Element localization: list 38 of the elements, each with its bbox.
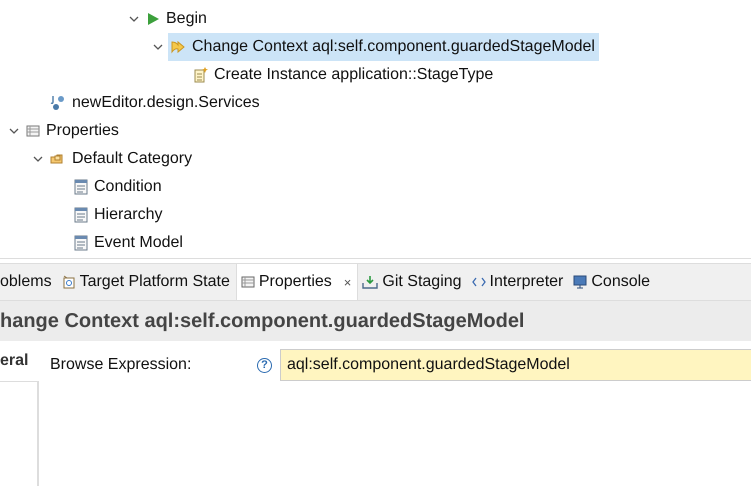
chevron-icon[interactable] — [129, 14, 139, 24]
chevron-icon[interactable] — [33, 154, 43, 164]
view-tab[interactable]: Git Staging — [358, 264, 468, 300]
table-icon — [240, 275, 255, 289]
field-label: Browse Expression: — [50, 356, 192, 374]
tree-item[interactable]: Create Instance application::StageType — [192, 61, 498, 89]
view-tab[interactable]: Properties × — [236, 264, 358, 300]
view-tab[interactable]: oblems — [0, 264, 58, 300]
tree-item[interactable]: Event Model — [72, 229, 187, 257]
expression-field[interactable]: aql:self.component.guardedStageModel — [280, 349, 751, 381]
download-tray-icon — [362, 275, 378, 289]
service-icon — [50, 95, 66, 111]
help-icon[interactable]: ? — [257, 358, 272, 372]
close-icon[interactable]: × — [344, 274, 352, 290]
view-tab[interactable]: Console — [569, 264, 656, 300]
target-icon — [62, 275, 76, 289]
tree-item[interactable]: Begin — [144, 5, 211, 33]
tree-item[interactable]: Properties — [24, 117, 123, 145]
tree-item[interactable]: Change Context aql:self.component.guardedStageModel — [168, 33, 599, 61]
panel-title: hange Context aql:self.component.guardedStageModel — [0, 300, 751, 341]
tree-item[interactable]: Condition — [72, 173, 166, 201]
curved-arrow-icon — [170, 39, 186, 55]
page-icon — [74, 207, 88, 223]
chevron-icon[interactable] — [9, 126, 19, 136]
view-tab[interactable]: Target Platform State — [58, 264, 236, 300]
table-icon — [26, 124, 40, 138]
code-brackets-icon — [472, 277, 486, 287]
chevron-icon[interactable] — [153, 42, 163, 52]
play-icon — [146, 12, 160, 26]
tree-item[interactable]: newEditor.design.Services — [48, 89, 264, 117]
tree-item[interactable]: Hierarchy — [72, 201, 166, 229]
page-icon — [74, 235, 88, 251]
tree-item[interactable]: Default Category — [48, 145, 196, 173]
view-tab[interactable]: Interpreter — [468, 264, 570, 300]
side-tab[interactable]: eral — [0, 341, 39, 382]
document-star-icon — [194, 67, 208, 83]
page-icon — [74, 179, 88, 195]
monitor-icon — [573, 275, 588, 289]
